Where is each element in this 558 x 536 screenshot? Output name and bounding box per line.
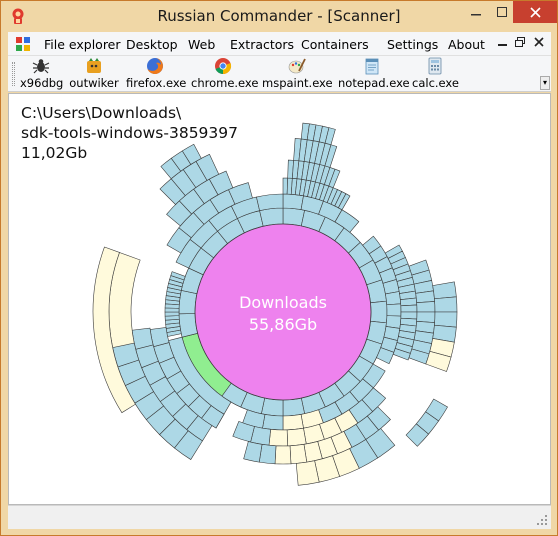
chrome-icon xyxy=(215,58,232,75)
maximize-button[interactable] xyxy=(489,1,515,23)
tool-label: notepad.exe xyxy=(338,76,410,90)
tool-chrome[interactable]: chrome.exe xyxy=(191,57,259,91)
sunburst-segment[interactable] xyxy=(243,441,263,463)
sunburst-segment[interactable] xyxy=(400,311,418,320)
sunburst-segment[interactable] xyxy=(416,301,436,313)
close-icon xyxy=(529,6,541,18)
sunburst-segment[interactable] xyxy=(386,303,402,317)
sunburst-segment[interactable] xyxy=(400,297,418,307)
title-bar: Russian Commander - [Scanner] xyxy=(1,1,557,31)
sunburst-segment[interactable] xyxy=(385,291,402,306)
minimize-icon xyxy=(471,14,481,16)
current-path: C:\Users\Downloads\ xyxy=(21,104,182,122)
sunburst-segment[interactable] xyxy=(432,281,457,300)
tool-notepad[interactable]: notepad.exe xyxy=(338,57,410,91)
sunburst-segment[interactable] xyxy=(268,429,288,447)
sunburst-segment[interactable] xyxy=(259,207,284,227)
menu-desktop[interactable]: Desktop xyxy=(126,37,178,52)
menu-about[interactable]: About xyxy=(448,37,485,52)
menu-settings[interactable]: Settings xyxy=(387,37,438,52)
app-window: Russian Commander - [Scanner] File explo… xyxy=(0,0,558,536)
tool-label: firefox.exe xyxy=(126,76,187,90)
sunburst-segment[interactable] xyxy=(286,427,307,447)
sunburst-segment[interactable] xyxy=(282,207,305,227)
sunburst-segment[interactable] xyxy=(164,311,180,317)
sunburst-segment[interactable] xyxy=(434,296,458,313)
menu-file-explorer[interactable]: File explorer xyxy=(44,37,121,52)
selected-folder-name: sdk-tools-windows-3859397 xyxy=(21,124,239,142)
mdi-minimize-icon[interactable] xyxy=(498,36,507,50)
sunburst-segment[interactable] xyxy=(370,300,388,324)
status-bar xyxy=(8,505,551,529)
resize-grip-icon[interactable] xyxy=(536,514,548,526)
tool-label: outwiker xyxy=(69,76,119,90)
notepad-icon xyxy=(365,58,379,75)
sunburst-segment[interactable] xyxy=(262,414,284,431)
tool-calc[interactable]: calc.exe xyxy=(412,57,459,91)
menu-containers[interactable]: Containers xyxy=(301,37,369,52)
toolbar-grip[interactable] xyxy=(12,62,15,86)
tool-label: mspaint.exe xyxy=(262,76,333,90)
tool-mspaint[interactable]: mspaint.exe xyxy=(262,57,333,91)
tool-outwiker[interactable]: outwiker xyxy=(68,57,120,91)
sunburst-segment[interactable] xyxy=(289,444,308,465)
paint-icon xyxy=(288,58,306,74)
sunburst-segment[interactable] xyxy=(434,311,458,328)
sunburst-segment[interactable] xyxy=(256,193,284,212)
sunburst-segment[interactable] xyxy=(282,193,304,210)
tool-label: calc.exe xyxy=(412,76,459,90)
mdi-window-icon[interactable] xyxy=(16,37,30,51)
menu-web[interactable]: Web xyxy=(188,37,215,52)
calculator-icon xyxy=(428,57,442,75)
tool-label: x96dbg xyxy=(20,76,64,90)
selected-folder-size: 11,02Gb xyxy=(21,144,88,162)
sunburst-segment[interactable] xyxy=(282,397,305,417)
firefox-icon xyxy=(147,58,163,74)
menu-bar: File explorer Desktop Web Extractors Con… xyxy=(8,32,551,56)
sunburst-segment[interactable] xyxy=(282,414,304,431)
sunburst-center[interactable] xyxy=(194,223,372,401)
sunburst-segment[interactable] xyxy=(416,311,436,323)
minimize-button[interactable] xyxy=(463,1,489,23)
sunburst-segment[interactable] xyxy=(178,290,198,315)
tool-bar: x96dbg outwiker firefox.exe chrome.exe m… xyxy=(8,56,551,92)
scanner-panel: Downloads 55,86Gb C:\Users\Downloads\ sdk… xyxy=(8,93,551,505)
bug-icon xyxy=(32,59,50,74)
menu-extractors[interactable]: Extractors xyxy=(230,37,294,52)
center-folder-name: Downloads xyxy=(239,293,327,312)
mdi-close-icon[interactable] xyxy=(534,36,544,50)
tool-firefox[interactable]: firefox.exe xyxy=(126,57,187,91)
tool-x96dbg[interactable]: x96dbg xyxy=(20,57,64,91)
tool-label: chrome.exe xyxy=(191,76,259,90)
center-folder-size: 55,86Gb xyxy=(249,315,317,334)
sunburst-segment[interactable] xyxy=(274,445,292,465)
sunburst-segment[interactable] xyxy=(400,304,418,313)
sunburst-chart[interactable]: Downloads 55,86Gb xyxy=(9,94,552,504)
maximize-icon xyxy=(497,7,507,17)
sunburst-segment[interactable] xyxy=(261,397,284,417)
toolbar-overflow-button[interactable]: ▾ xyxy=(540,76,550,90)
outwiker-icon xyxy=(87,58,101,73)
mdi-restore-icon[interactable] xyxy=(515,36,525,50)
close-button[interactable] xyxy=(513,1,557,23)
